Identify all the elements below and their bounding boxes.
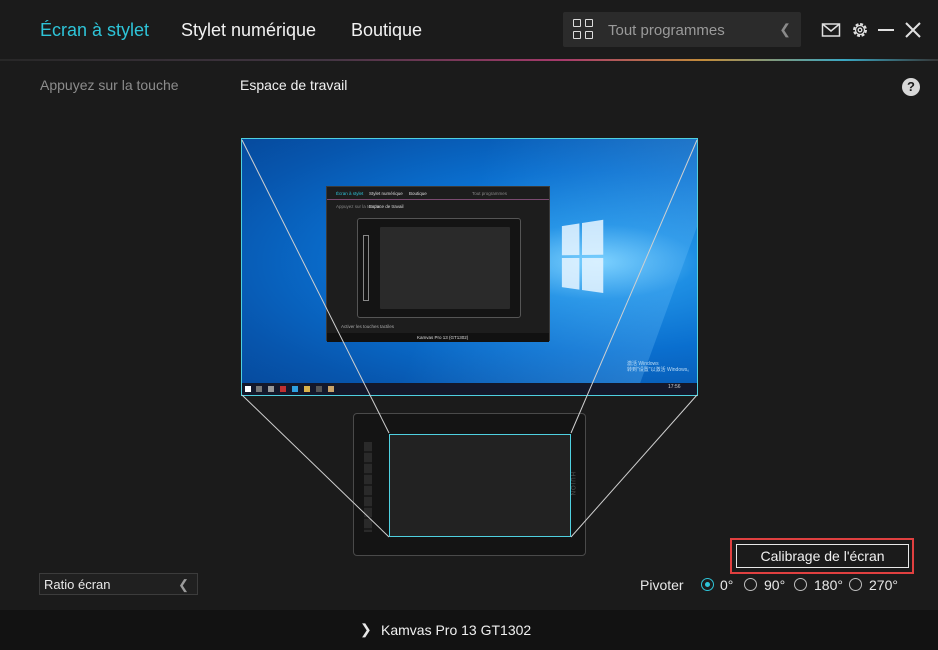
chevron-right-icon[interactable]: ❯ — [360, 621, 372, 638]
pivot-label-180: 180° — [814, 577, 843, 593]
start-icon — [245, 386, 251, 392]
tab-digital-pen[interactable]: Stylet numérique — [181, 20, 316, 41]
pivot-radio-90[interactable] — [744, 578, 757, 591]
top-bar: Écran à stylet Stylet numérique Boutique… — [0, 0, 938, 60]
tablet-express-keys — [364, 442, 372, 532]
program-selector-label: Tout programmes — [608, 22, 725, 39]
pivot-label-90: 90° — [764, 577, 786, 593]
close-icon[interactable] — [903, 20, 923, 40]
pivot-label: Pivoter — [640, 577, 684, 593]
pivot-radio-180[interactable] — [794, 578, 807, 591]
app-icon — [328, 386, 334, 392]
tab-shop[interactable]: Boutique — [351, 20, 422, 41]
gear-icon[interactable] — [850, 20, 870, 40]
activation-watermark: 激活 Windows 转到"设置"以激活 Windows。 — [627, 361, 693, 373]
folder-icon — [304, 386, 310, 392]
screen-mapping-preview: 激活 Windows 转到"设置"以激活 Windows。 Écran à st… — [241, 138, 698, 396]
subtab-press-key[interactable]: Appuyez sur la touche — [40, 77, 179, 93]
pivot-label-270: 270° — [869, 577, 898, 593]
tablet-brand: HUION — [569, 472, 575, 497]
mini-app-window: Écran à stylet Stylet numérique Boutique… — [326, 186, 550, 342]
search-icon — [256, 386, 262, 392]
app-icon — [292, 386, 298, 392]
pivot-radio-270[interactable] — [849, 578, 862, 591]
taskbar: 17:56 — [242, 383, 697, 395]
mail-icon[interactable] — [821, 20, 841, 40]
minimize-icon[interactable] — [876, 20, 896, 40]
chevron-left-icon: ❮ — [178, 577, 189, 592]
app-icon — [316, 386, 322, 392]
device-name[interactable]: Kamvas Pro 13 GT1302 — [381, 622, 531, 638]
program-selector[interactable]: Tout programmes ❮ — [563, 12, 801, 47]
tablet-active-area — [389, 434, 571, 537]
footer-bar: ❯ Kamvas Pro 13 GT1302 — [0, 610, 938, 650]
pivot-label-0: 0° — [720, 577, 734, 593]
app-icon — [280, 386, 286, 392]
header-divider — [0, 59, 938, 61]
chevron-left-icon[interactable]: ❮ — [779, 21, 791, 38]
help-icon[interactable]: ? — [902, 78, 920, 96]
taskview-icon — [268, 386, 274, 392]
screen-calibration-button[interactable]: Calibrage de l'écran — [736, 544, 909, 568]
tab-pen-display[interactable]: Écran à stylet — [40, 20, 149, 41]
screen-ratio-dropdown[interactable]: Ratio écran ❮ — [39, 573, 198, 595]
screen-ratio-label: Ratio écran — [44, 577, 111, 592]
grid-icon — [573, 19, 594, 40]
tablet-preview: HUION — [353, 413, 586, 556]
windows-logo-icon — [561, 219, 607, 297]
subtab-workspace[interactable]: Espace de travail — [240, 77, 347, 93]
pivot-radio-0[interactable] — [701, 578, 714, 591]
mini-tablet — [357, 218, 521, 318]
